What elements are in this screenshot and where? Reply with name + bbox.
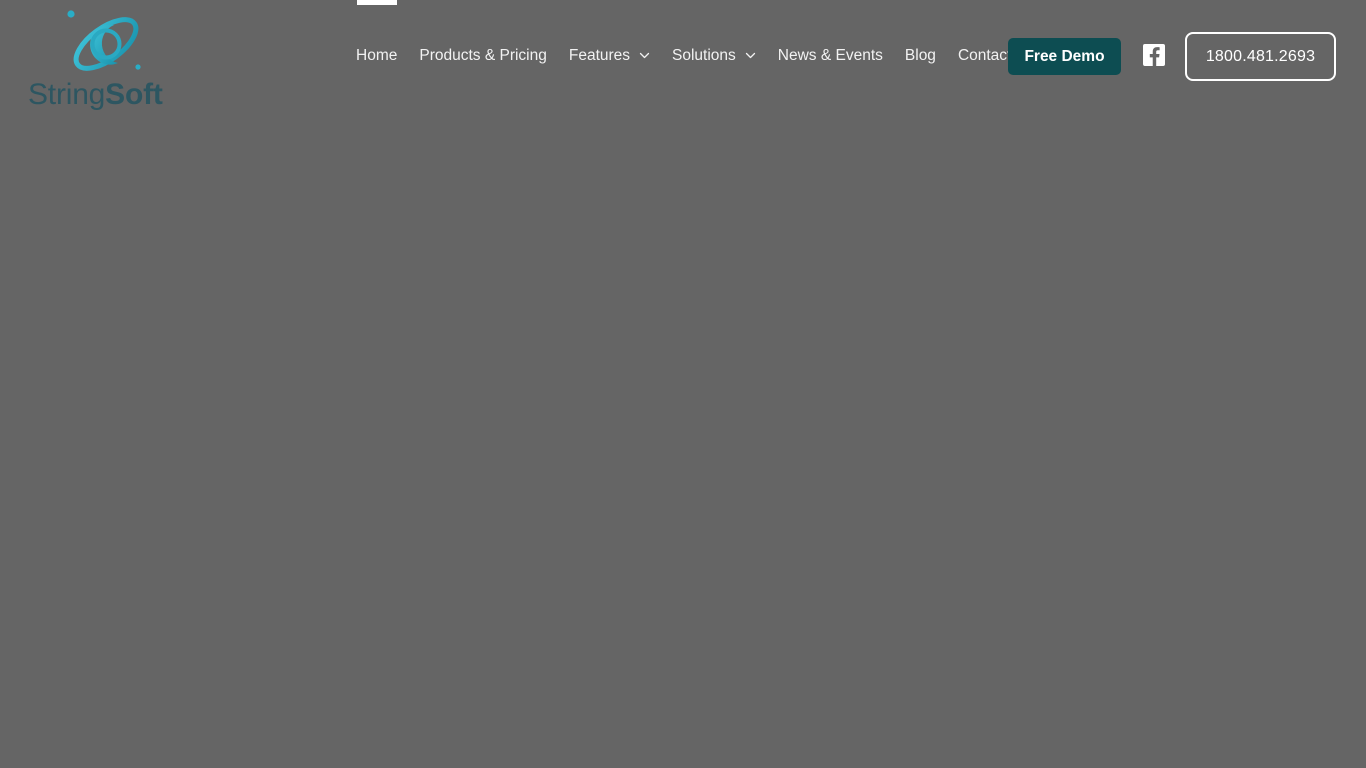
nav-item-news-events[interactable]: News & Events — [767, 38, 894, 74]
nav-item-label: Home — [356, 47, 398, 64]
nav-item-label: Features — [568, 47, 631, 64]
nav-item-label: Blog — [904, 47, 936, 64]
facebook-icon[interactable] — [1143, 44, 1165, 66]
phone-number-button[interactable]: 1800.481.2693 — [1185, 32, 1336, 81]
nav-item-blog[interactable]: Blog — [894, 38, 947, 74]
nav-item-products-pricing[interactable]: Products & Pricing — [408, 38, 558, 74]
site-logo[interactable]: StringSoft — [28, 6, 178, 112]
logo-wordmark-bold: Soft — [105, 78, 163, 111]
chevron-down-icon — [745, 50, 756, 61]
nav-item-features[interactable]: Features — [558, 38, 661, 74]
site-header: StringSoft Home Products & Pricing Featu… — [0, 0, 1366, 113]
page-content-area — [0, 113, 1366, 768]
logo-wordmark: StringSoft — [28, 78, 178, 112]
nav-item-label: News & Events — [777, 47, 883, 64]
free-demo-button[interactable]: Free Demo — [1008, 38, 1121, 75]
orbit-sphere-icon — [56, 6, 152, 80]
logo-wordmark-light: String — [28, 78, 106, 111]
nav-item-label: Solutions — [672, 47, 736, 64]
nav-item-home[interactable]: Home — [356, 38, 408, 74]
nav-item-label: Contact — [957, 47, 1012, 64]
chevron-down-icon — [639, 50, 650, 61]
nav-item-label: Products & Pricing — [419, 47, 547, 64]
primary-navigation: Home Products & Pricing Features Solutio… — [356, 38, 1022, 74]
nav-item-solutions[interactable]: Solutions — [661, 38, 767, 74]
